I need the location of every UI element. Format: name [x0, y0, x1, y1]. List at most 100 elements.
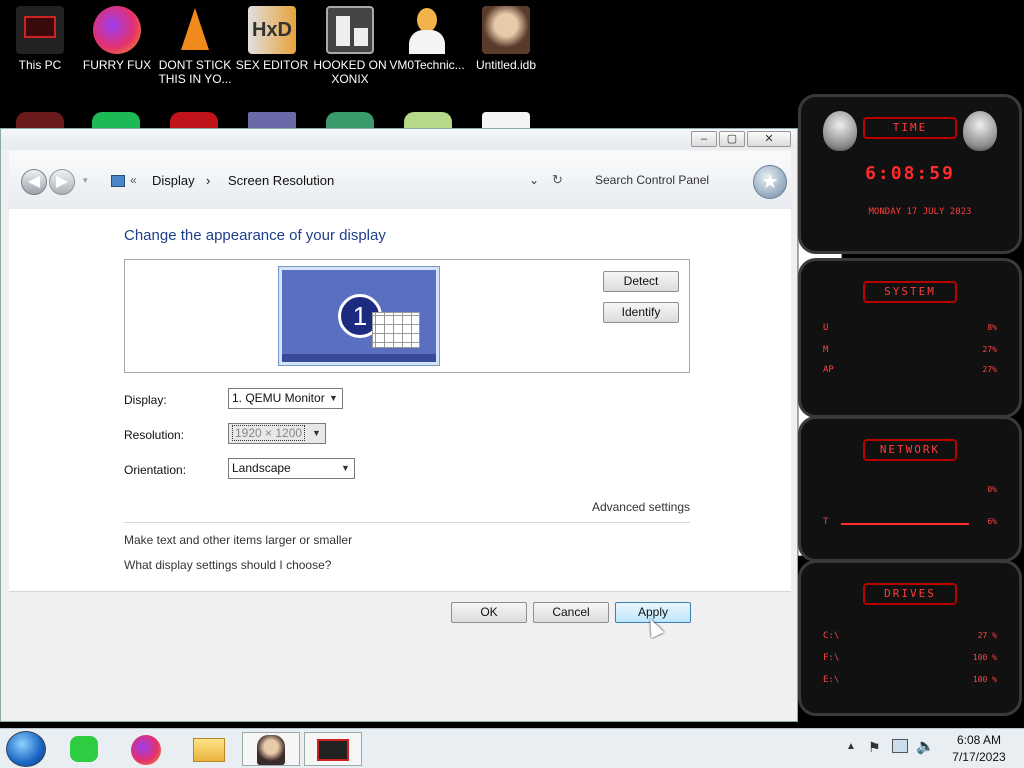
recent-pages-dropdown-icon[interactable]: ▾	[83, 175, 88, 186]
network-icon[interactable]	[892, 739, 908, 753]
display-settings-help-link[interactable]: What display settings should I choose?	[124, 558, 331, 572]
resolution-label: Resolution:	[124, 428, 185, 442]
breadcrumb-overflow-icon[interactable]: «	[130, 173, 137, 187]
resolution-select-value: 1920 × 1200	[232, 425, 306, 441]
display-label: Display:	[124, 393, 167, 407]
breadcrumb-display[interactable]: Display	[152, 173, 195, 188]
taskbar-file-explorer-icon[interactable]	[180, 732, 238, 766]
breadcrumb-separator-icon[interactable]: ›	[206, 173, 210, 188]
network-gadget: NETWORK 0% T 6%	[798, 416, 1022, 562]
volume-icon[interactable]: 🔈	[916, 737, 935, 755]
dialog-footer: OK Cancel Apply	[9, 591, 791, 717]
chevron-down-icon: ▼	[312, 428, 321, 438]
maximize-button[interactable]: ▢	[719, 131, 745, 147]
gadget-row-label: U	[823, 323, 829, 333]
address-dropdown-icon[interactable]: ⌄	[529, 173, 539, 187]
desktop-icon-label: Untitled.idb	[475, 58, 537, 72]
identify-button[interactable]: Identify	[603, 302, 679, 323]
monitor-preview[interactable]: 1	[278, 266, 440, 366]
gadget-clock: 6:08:59	[865, 163, 955, 184]
portrait-icon	[482, 6, 530, 54]
desktop-icon-vm0technic[interactable]: VM0Technic...	[389, 6, 465, 72]
start-button[interactable]	[6, 731, 46, 767]
alien-head-icon	[823, 111, 857, 151]
gadget-row-value: 100 %	[972, 675, 997, 684]
control-panel-icon	[111, 175, 125, 187]
desktop-icon-sex-editor[interactable]: HxD SEX EDITOR	[234, 6, 310, 72]
orientation-select[interactable]: Landscape ▼	[228, 458, 355, 479]
gadget-row-label: AP	[823, 365, 834, 375]
navigation-bar: ◀ ▶ ▾ « Display › Screen Resolution ⌄ ↻ …	[9, 151, 791, 209]
monitor-screen: 1	[282, 270, 436, 362]
network-graph	[841, 523, 969, 525]
chevron-down-icon: ▼	[341, 463, 350, 473]
vlc-cone-icon	[171, 6, 219, 54]
taskbar-gadget-app-icon[interactable]	[304, 732, 362, 766]
desktop-icon-furry-fux[interactable]: FURRY FUX	[79, 6, 155, 72]
desktop-icon-dont-stick[interactable]: DONT STICK THIS IN YO...	[157, 6, 233, 86]
monitor-taskbar	[282, 354, 436, 362]
doctor-icon	[403, 6, 451, 54]
gadget-row-value: 0%	[987, 485, 997, 494]
breadcrumb-current[interactable]: Screen Resolution	[228, 173, 334, 188]
gadget-row-label: C:\	[823, 631, 840, 641]
drives-gadget: DRIVES C:\ 27 % F:\ 100 % E:\ 100 %	[798, 560, 1022, 716]
content-area: Change the appearance of your display 1 …	[9, 209, 791, 591]
orientation-label: Orientation:	[124, 463, 187, 477]
game-icon	[326, 6, 374, 54]
gadget-row-label: T	[823, 517, 829, 527]
hex-editor-icon: HxD	[248, 6, 296, 54]
ok-button[interactable]: OK	[451, 602, 527, 623]
resolution-select[interactable]: 1920 × 1200 ▼	[228, 423, 326, 444]
gadget-title: DRIVES	[863, 583, 957, 605]
desktop-icon-label: SEX EDITOR	[235, 58, 309, 72]
back-button[interactable]: ◀	[21, 169, 47, 195]
gadget-title: NETWORK	[863, 439, 957, 461]
system-gadget: SYSTEM U 8% M 27% AP 27%	[798, 258, 1022, 418]
clock-date[interactable]: 7/17/2023	[942, 750, 1016, 764]
advanced-settings-link[interactable]: Advanced settings	[592, 500, 690, 514]
show-hidden-icons-icon[interactable]: ▲	[846, 741, 856, 752]
gadget-row-value: 6%	[987, 517, 997, 526]
detect-button[interactable]: Detect	[603, 271, 679, 292]
gadget-row-label: F:\	[823, 653, 840, 663]
gadget-row-value: 27%	[982, 345, 997, 354]
desktop-icon-this-pc[interactable]: This PC	[2, 6, 78, 72]
gadget-date: MONDAY 17 JULY 2023	[868, 207, 972, 217]
display-preview: 1 Detect Identify	[124, 259, 690, 373]
minimize-button[interactable]: –	[691, 131, 717, 147]
chevron-down-icon: ▼	[329, 393, 338, 403]
text-size-link[interactable]: Make text and other items larger or smal…	[124, 533, 352, 547]
display-select-value: 1. QEMU Monitor	[232, 391, 325, 405]
calculator-icon	[372, 312, 420, 348]
gadget-row-label: M	[823, 345, 829, 355]
search-input[interactable]: Search Control Panel	[595, 173, 709, 187]
forward-button[interactable]: ▶	[49, 169, 75, 195]
close-button[interactable]: ✕	[747, 131, 791, 147]
clock-time[interactable]: 6:08 AM	[942, 733, 1016, 747]
refresh-icon[interactable]: ↻	[552, 172, 563, 188]
taskbar-portrait-app-icon[interactable]	[242, 732, 300, 766]
alien-head-icon	[963, 111, 997, 151]
action-center-flag-icon[interactable]: ⚑	[868, 739, 881, 756]
gadget-title: SYSTEM	[863, 281, 957, 303]
desktop-icon-label: This PC	[18, 58, 62, 72]
desktop-icon-label: DONT STICK THIS IN YO...	[158, 58, 232, 86]
star-icon[interactable]: ★	[753, 165, 787, 199]
computer-icon	[16, 6, 64, 54]
title-bar[interactable]	[1, 129, 797, 149]
gadget-row-value: 8%	[987, 323, 997, 332]
gadget-row-value: 27%	[982, 365, 997, 374]
desktop-icon-untitled-idb[interactable]: Untitled.idb	[468, 6, 544, 72]
gadget-row-label: E:\	[823, 675, 840, 685]
gadget-title: TIME	[863, 117, 957, 139]
desktop-icon-hooked-on-xonix[interactable]: HOOKED ON XONIX	[312, 6, 388, 86]
display-select[interactable]: 1. QEMU Monitor ▼	[228, 388, 343, 409]
cancel-button[interactable]: Cancel	[533, 602, 609, 623]
taskbar-notes-app-icon[interactable]	[56, 732, 114, 766]
gadget-row-value: 27 %	[977, 631, 997, 640]
taskbar: ▲ ⚑ 🔈 6:08 AM 7/17/2023	[0, 728, 1024, 768]
desktop-icon-label: HOOKED ON XONIX	[313, 58, 387, 86]
taskbar-firefox-icon[interactable]	[118, 732, 176, 766]
screen-resolution-window: – ▢ ✕ ◀ ▶ ▾ « Display › Screen Resolutio…	[0, 128, 798, 722]
